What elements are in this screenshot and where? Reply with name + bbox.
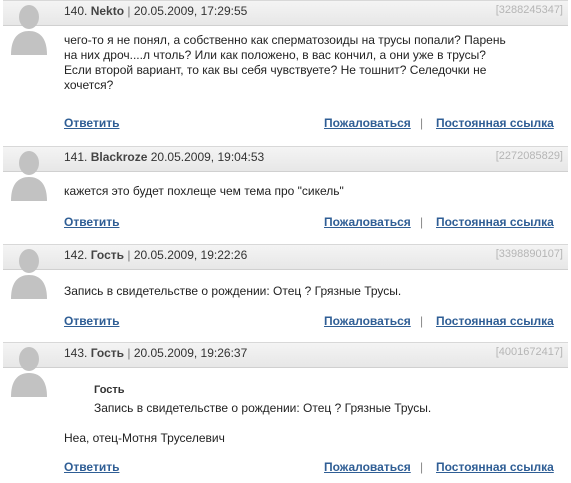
- action-separator: |: [420, 460, 424, 474]
- comment-date: 20.05.2009, 19:04:53: [150, 150, 265, 164]
- comment: 141. Blackroze 20.05.2009, 19:04:53 [227…: [0, 146, 571, 238]
- comment-text-line: Если второй вариант, то как вы себя чувс…: [64, 63, 487, 77]
- comment-id: [4001672417]: [495, 346, 563, 358]
- comment-date: 20.05.2009, 17:29:55: [133, 4, 248, 18]
- comment: 143. Гость | 20.05.2009, 19:26:37 [40016…: [0, 342, 571, 483]
- comment-author[interactable]: Гость: [91, 346, 124, 360]
- comment-meta: 141. Blackroze 20.05.2009, 19:04:53: [64, 150, 264, 164]
- comment-id: [2272085829]: [495, 150, 563, 162]
- report-link[interactable]: Пожаловаться: [324, 314, 411, 328]
- comment-text-line: на них дроч....л чтоль? Или как положено…: [64, 48, 486, 62]
- comment-number: 141.: [64, 150, 88, 164]
- avatar-icon: [11, 151, 47, 201]
- comment-date: 20.05.2009, 19:22:26: [133, 248, 248, 262]
- report-link[interactable]: Пожаловаться: [324, 460, 411, 474]
- comment-author[interactable]: Nekto: [91, 4, 124, 18]
- avatar-icon: [11, 347, 47, 397]
- comment-text-line: кажется это будет похлеще чем тема про "…: [64, 184, 344, 198]
- reply-link[interactable]: Ответить: [64, 116, 119, 130]
- comment-id: [3288245347]: [495, 4, 563, 16]
- comment-meta: 143. Гость | 20.05.2009, 19:26:37: [64, 346, 247, 360]
- comment-text-line: Запись в свидетельстве о рождении: Отец …: [64, 284, 402, 298]
- comment-date: 20.05.2009, 19:26:37: [133, 346, 248, 360]
- action-separator: |: [420, 314, 424, 328]
- comment: 142. Гость | 20.05.2009, 19:22:26 [33988…: [0, 244, 571, 336]
- quote-author: Гость: [94, 384, 125, 396]
- comment-text: кажется это будет похлеще чем тема про "…: [64, 184, 553, 199]
- avatar-icon: [11, 249, 47, 299]
- comment: 140. Nekto | 20.05.2009, 17:29:55 [32882…: [0, 0, 571, 138]
- comment-id: [3398890107]: [495, 248, 563, 260]
- permalink-link[interactable]: Постоянная ссылка: [436, 215, 554, 229]
- comment-text: Гость Запись в свидетельстве о рождении:…: [64, 383, 553, 446]
- comment-meta: 140. Nekto | 20.05.2009, 17:29:55: [64, 4, 247, 18]
- permalink-link[interactable]: Постоянная ссылка: [436, 314, 554, 328]
- comment-number: 143.: [64, 346, 88, 360]
- comment-text-line: хочется?: [64, 78, 114, 92]
- comment-author[interactable]: Гость: [91, 248, 124, 262]
- avatar-icon: [11, 5, 47, 55]
- meta-separator: |: [127, 248, 131, 262]
- meta-separator: |: [127, 4, 131, 18]
- comment-text-line: Неа, отец-Мотня Труселевич: [64, 431, 225, 445]
- action-separator: |: [420, 116, 424, 130]
- meta-separator: |: [127, 346, 131, 360]
- quote-text: Запись в свидетельстве о рождении: Отец …: [94, 401, 432, 415]
- action-separator: |: [420, 215, 424, 229]
- report-link[interactable]: Пожаловаться: [324, 116, 411, 130]
- permalink-link[interactable]: Постоянная ссылка: [436, 460, 554, 474]
- reply-link[interactable]: Ответить: [64, 314, 119, 328]
- reply-link[interactable]: Ответить: [64, 215, 119, 229]
- comment-text-line: чего-то я не понял, а собственно как спе…: [64, 33, 506, 47]
- comment-number: 142.: [64, 248, 88, 262]
- report-link[interactable]: Пожаловаться: [324, 215, 411, 229]
- comment-author[interactable]: Blackroze: [91, 150, 148, 164]
- comment-number: 140.: [64, 4, 88, 18]
- comment-text: Запись в свидетельстве о рождении: Отец …: [64, 284, 553, 299]
- reply-link[interactable]: Ответить: [64, 460, 119, 474]
- permalink-link[interactable]: Постоянная ссылка: [436, 116, 554, 130]
- comment-text: чего-то я не понял, а собственно как спе…: [64, 33, 553, 93]
- comment-meta: 142. Гость | 20.05.2009, 19:22:26: [64, 248, 247, 262]
